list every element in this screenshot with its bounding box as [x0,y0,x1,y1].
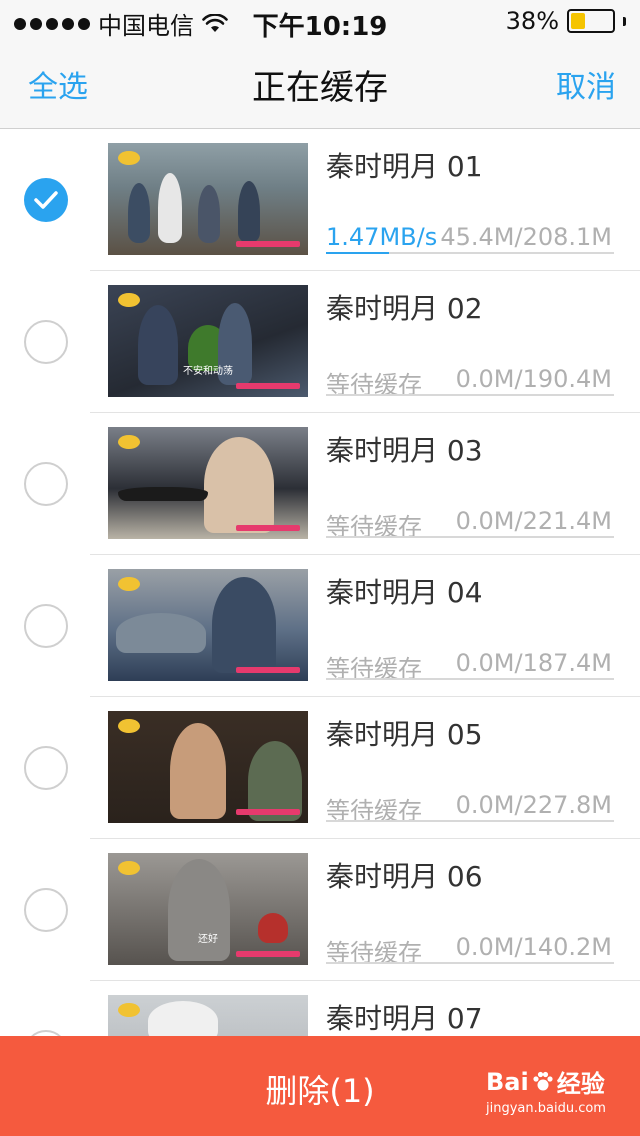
bottom-action-bar: 删除(1) Bai 经验 jingyan.baidu.com [0,1036,640,1136]
progress-fill [326,252,390,254]
thumbnail-figure [128,183,150,243]
channel-logo-icon [118,293,140,307]
download-size: 0.0M/140.2M [455,933,612,961]
episode-title: 秦时明月 07 [326,1002,483,1035]
checkbox-unchecked-icon[interactable] [24,320,68,364]
channel-logo-icon [118,577,140,591]
checkbox-unchecked-icon[interactable] [24,604,68,648]
episode-title: 秦时明月 03 [326,434,483,467]
channel-logo-icon [118,435,140,449]
channel-logo-icon [118,151,140,165]
progress-bar [326,252,614,254]
download-size: 0.0M/190.4M [455,365,612,393]
watermark-brand: Bai 经验 [486,1067,605,1099]
subtitle-strip [236,525,300,531]
battery-indicator: 38% [506,7,626,35]
subtitle-strip [236,809,300,815]
battery-icon [567,9,615,33]
episode-title: 秦时明月 06 [326,860,483,893]
channel-logo-icon [118,1003,140,1017]
progress-bar [326,962,614,964]
video-thumbnail [108,569,308,681]
video-thumbnail: 还好 [108,853,308,965]
battery-percent: 38% [505,7,559,35]
paw-icon [533,1071,553,1090]
video-thumbnail: 不安和动荡 [108,285,308,397]
subtitle-strip [236,383,300,389]
thumbnail-figure [198,185,220,243]
episode-title: 秦时明月 02 [326,292,483,325]
download-speed: 1.47MB/s [326,223,438,251]
nav-bar: 全选 正在缓存 取消 [0,40,640,129]
thumbnail-figure [212,577,276,673]
thumbnail-figure [148,1001,218,1041]
thumbnail-figure [118,487,208,501]
download-item[interactable]: 还好 秦时明月 06 等待缓存 0.0M/140.2M [0,839,640,981]
baidu-jingyan-watermark: Bai 经验 jingyan.baidu.com [486,1064,606,1117]
video-thumbnail [108,143,308,255]
thumbnail-figure [238,181,260,243]
progress-bar [326,394,614,396]
episode-title: 秦时明月 05 [326,718,483,751]
download-item[interactable]: 秦时明月 05 等待缓存 0.0M/227.8M [0,697,640,839]
subtitle-strip [236,951,300,957]
download-item[interactable]: 秦时明月 03 等待缓存 0.0M/221.4M [0,413,640,555]
download-list: 秦时明月 01 1.47MB/s 45.4M/208.1M 不安和动荡 秦时明月 02 等… [0,129,640,1123]
progress-bar [326,678,614,680]
channel-logo-icon [118,719,140,733]
episode-title: 秦时明月 01 [326,150,483,183]
subtitle-strip [236,241,300,247]
battery-tip [623,16,626,26]
thumbnail-figure [204,437,274,533]
checkbox-checked-icon[interactable] [24,178,68,222]
progress-bar [326,820,614,822]
thumbnail-figure [170,723,226,819]
download-item[interactable]: 秦时明月 01 1.47MB/s 45.4M/208.1M [0,129,640,271]
download-size: 0.0M/227.8M [455,791,612,819]
checkbox-unchecked-icon[interactable] [24,888,68,932]
download-item[interactable]: 秦时明月 04 等待缓存 0.0M/187.4M [0,555,640,697]
thumbnail-figure [116,613,206,653]
checkbox-unchecked-icon[interactable] [24,746,68,790]
download-item[interactable]: 不安和动荡 秦时明月 02 等待缓存 0.0M/190.4M [0,271,640,413]
video-thumbnail [108,711,308,823]
download-size: 0.0M/187.4M [455,649,612,677]
battery-level-fill [571,13,586,29]
thumbnail-caption: 还好 [198,934,218,945]
progress-bar [326,536,614,538]
episode-title: 秦时明月 04 [326,576,483,609]
channel-logo-icon [118,861,140,875]
download-size: 45.4M/208.1M [440,223,612,251]
checkbox-unchecked-icon[interactable] [24,462,68,506]
thumbnail-figure [158,173,182,243]
cancel-button[interactable]: 取消 [556,62,616,106]
subtitle-strip [236,667,300,673]
page-title: 正在缓存 [252,68,388,108]
thumbnail-caption: 不安和动荡 [183,366,233,377]
video-thumbnail [108,427,308,539]
status-bar: 中国电信 下午10:19 38% [0,0,640,42]
thumbnail-figure [168,859,230,961]
download-size: 0.0M/221.4M [455,507,612,535]
watermark-url: jingyan.baidu.com [486,1101,606,1116]
